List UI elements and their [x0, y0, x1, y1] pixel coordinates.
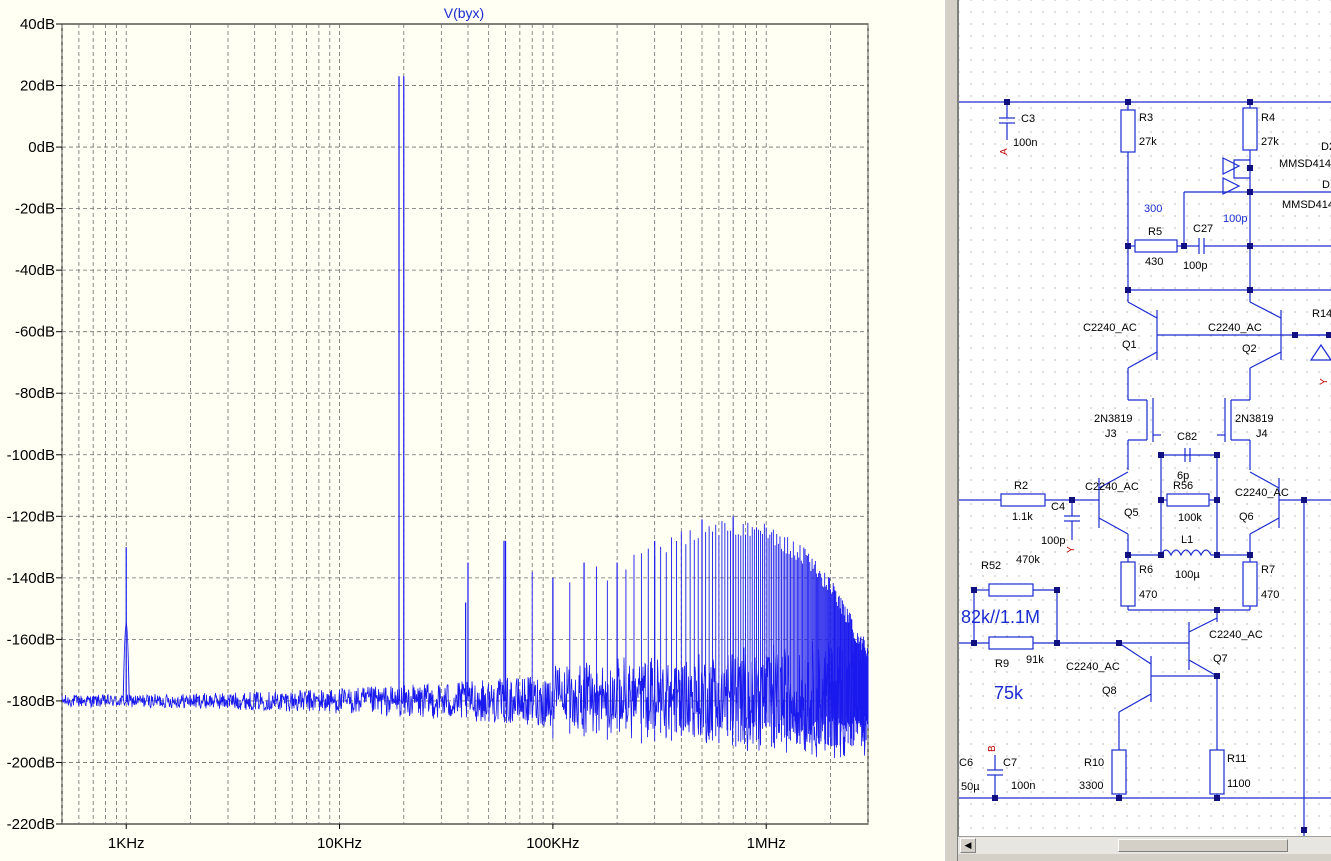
- y-tick-label: -120dB: [7, 508, 55, 525]
- net-y1-label: Y: [1319, 378, 1330, 385]
- y-tick-label: -40dB: [15, 262, 55, 279]
- y-tick-label: -140dB: [7, 570, 55, 587]
- c6-ref: C6: [959, 757, 973, 769]
- y-tick-label: -160dB: [7, 631, 55, 648]
- r2-value: 1.1k: [1012, 511, 1033, 523]
- j3-value: 2N3819: [1094, 413, 1133, 425]
- j4-ref: J4: [1256, 428, 1268, 440]
- scroll-left-arrow-icon[interactable]: ◀: [960, 838, 976, 853]
- q8-ref: Q8: [1102, 685, 1117, 697]
- q5-value: C2240_AC: [1085, 481, 1139, 493]
- y-tick-label: 0dB: [28, 139, 55, 156]
- x-tick-label: 1MHz: [747, 835, 786, 852]
- r9-value: 91k: [1026, 654, 1044, 666]
- r7-ref: R7: [1261, 564, 1275, 576]
- y-tick-label: -80dB: [15, 385, 55, 402]
- r5-ref: R5: [1148, 226, 1162, 238]
- x-tick-label: 10KHz: [317, 835, 362, 852]
- r9-note: 75k: [994, 683, 1024, 703]
- c6-value: 50µ: [961, 781, 980, 793]
- scrollbar-thumb[interactable]: [1118, 839, 1288, 852]
- r4-value: 27k: [1261, 136, 1279, 148]
- l1-ref: L1: [1181, 534, 1193, 546]
- x-tick-label: 100KHz: [526, 835, 579, 852]
- r52-value: 470k: [1016, 554, 1040, 566]
- r6-ref: R6: [1139, 564, 1153, 576]
- r2-ref: R2: [1014, 480, 1028, 492]
- y-tick-label: -200dB: [7, 754, 55, 771]
- r7-value: 470: [1261, 589, 1279, 601]
- c7-value: 100n: [1011, 780, 1035, 792]
- schematic-window[interactable]: C3 100n A R3 27k R4 27k D2 MMSD414 D1 MM…: [958, 0, 1331, 861]
- q1-value: C2240_AC: [1083, 322, 1137, 334]
- schematic-horizontal-scrollbar[interactable]: ◀: [958, 836, 1331, 854]
- c3-value: 100n: [1013, 137, 1037, 149]
- r56-ref: R56: [1173, 480, 1193, 492]
- q2-ref: Q2: [1242, 343, 1257, 355]
- y-tick-label: 40dB: [20, 16, 55, 33]
- q6-ref: Q6: [1239, 511, 1254, 523]
- j4-value: 2N3819: [1235, 413, 1274, 425]
- q6-value: C2240_AC: [1235, 487, 1289, 499]
- r3-value: 27k: [1139, 136, 1157, 148]
- r52-ref: R52: [981, 560, 1001, 572]
- r10-ref: R10: [1084, 757, 1104, 769]
- c4-ref: C4: [1051, 501, 1065, 513]
- q5-ref: Q5: [1124, 507, 1139, 519]
- schematic-canvas[interactable]: C3 100n A R3 27k R4 27k D2 MMSD414 D1 MM…: [959, 0, 1331, 836]
- r5-note: 300: [1144, 203, 1162, 215]
- r56-value: 100k: [1178, 512, 1202, 524]
- y-tick-label: -180dB: [7, 693, 55, 710]
- c27-note: 100p: [1223, 213, 1247, 225]
- q7-value: C2240_AC: [1209, 629, 1263, 641]
- plot-area[interactable]: [61, 23, 869, 825]
- x-tick-label: 1KHz: [108, 835, 145, 852]
- q7-ref: Q7: [1213, 653, 1228, 665]
- r11-value: 1100: [1227, 778, 1251, 790]
- r4-ref: R4: [1261, 112, 1275, 124]
- y-tick-label: -100dB: [7, 447, 55, 464]
- y-tick-label: 20dB: [20, 78, 55, 95]
- d2-ref: D2: [1321, 141, 1331, 153]
- c4-value: 100p: [1041, 535, 1065, 547]
- c27-value: 100p: [1183, 260, 1207, 272]
- d2-value: MMSD414: [1279, 158, 1331, 170]
- c7-ref: C7: [1003, 757, 1017, 769]
- q8-value: C2240_AC: [1066, 661, 1120, 673]
- l1-value: 100µ: [1175, 569, 1200, 581]
- net-b-label: B: [987, 745, 998, 752]
- plot-window[interactable]: 40dB 20dB 0dB -20dB -40dB -60dB -80dB -100dB -12…: [0, 0, 944, 861]
- r14-ref: R14: [1312, 308, 1331, 320]
- c27-ref: C27: [1193, 223, 1213, 235]
- r5-value: 430: [1145, 256, 1163, 268]
- r3-ref: R3: [1139, 112, 1153, 124]
- d1-ref: D1: [1322, 179, 1331, 191]
- status-strip: [958, 854, 1331, 861]
- q2-value: C2240_AC: [1208, 322, 1262, 334]
- r9-ref: R9: [995, 658, 1009, 670]
- net-a-label: A: [999, 148, 1010, 155]
- d1-value: MMSD414: [1282, 199, 1331, 211]
- pane-splitter[interactable]: [944, 0, 958, 861]
- y-tick-label: -60dB: [15, 324, 55, 341]
- spectrum-chart[interactable]: 40dB 20dB 0dB -20dB -40dB -60dB -80dB -100dB -12…: [0, 0, 944, 861]
- y-tick-label: -220dB: [7, 816, 55, 833]
- r6-value: 470: [1139, 589, 1157, 601]
- net-y2-label: Y: [1066, 546, 1077, 553]
- y-tick-label: -20dB: [15, 201, 55, 218]
- chart-title: V(byx): [444, 5, 484, 21]
- c82-ref: C82: [1177, 431, 1197, 443]
- r52-r9-note: 82k//1.1M: [961, 607, 1040, 627]
- j3-ref: J3: [1105, 428, 1117, 440]
- q1-ref: Q1: [1122, 339, 1137, 351]
- c3-ref: C3: [1021, 113, 1035, 125]
- r11-ref: R11: [1227, 753, 1246, 765]
- r10-value: 3300: [1079, 780, 1103, 792]
